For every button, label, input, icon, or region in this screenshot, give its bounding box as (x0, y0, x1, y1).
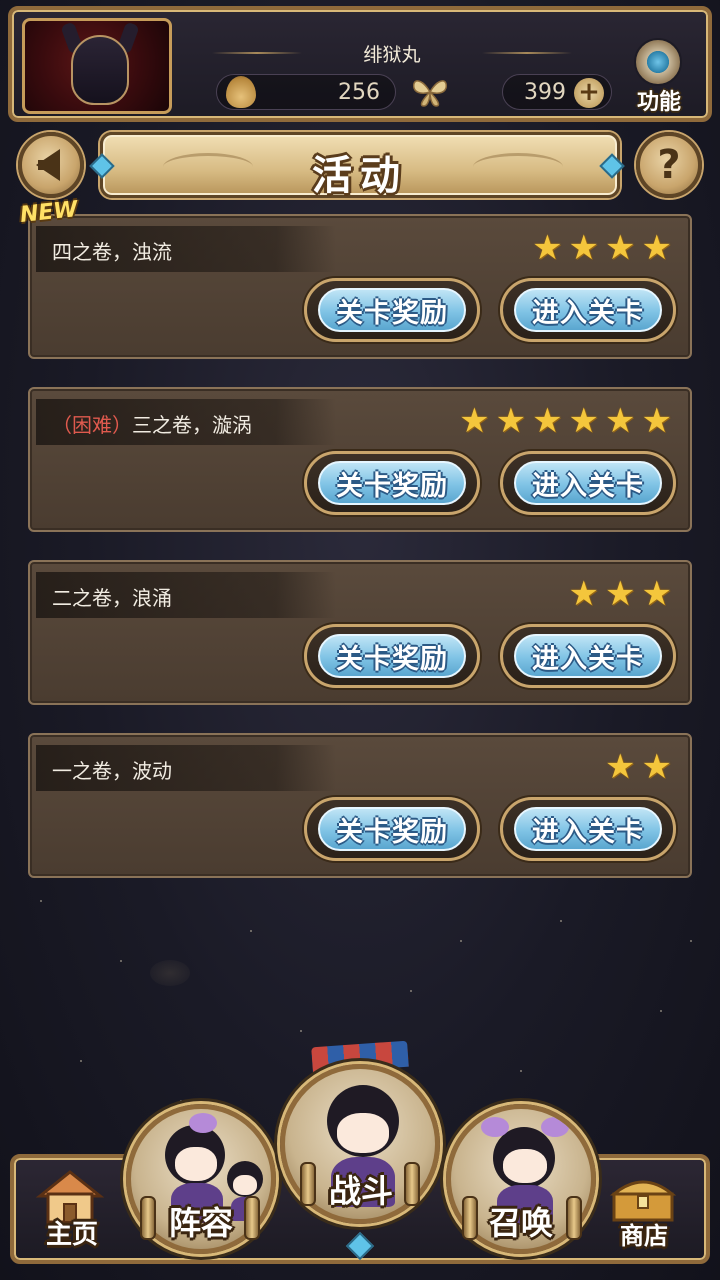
nav-shop-button[interactable]: 商店 (606, 1216, 682, 1251)
difficulty-tag: （困难） (52, 413, 132, 437)
stage-reward-label: 关卡奖励 (318, 807, 466, 851)
function-label: 功能 (636, 90, 681, 115)
star-icon: ★ (605, 574, 636, 614)
stage-title-bar: （困难）三之卷，漩涡 (36, 399, 336, 445)
back-arrow-icon (36, 149, 60, 181)
battle-scroll-right-icon (404, 1162, 420, 1206)
star-icon: ★ (532, 401, 563, 441)
star-icon: ★ (568, 401, 600, 441)
stage-reward-label: 关卡奖励 (318, 461, 466, 505)
currency-secondary-value: 399 (524, 80, 566, 105)
nav-battle-label: 战斗 (328, 1172, 393, 1210)
enter-stage-button[interactable]: 进入关卡 (500, 797, 676, 861)
enter-stage-label: 进入关卡 (514, 634, 662, 678)
soul-flame-icon (226, 76, 256, 108)
star-icon: ★ (641, 401, 672, 441)
function-menu-button[interactable]: 功能 (624, 38, 694, 122)
lineup-scroll-left-icon (140, 1196, 156, 1240)
stage-name: 一之卷，波动 (52, 759, 172, 783)
enter-stage-button[interactable]: 进入关卡 (500, 624, 676, 688)
enter-stage-label: 进入关卡 (514, 807, 662, 851)
enter-stage-button[interactable]: 进入关卡 (500, 451, 676, 515)
star-icon: ★ (568, 574, 600, 614)
stage-title: 一之卷，波动 (52, 755, 172, 784)
stage-title: （困难）三之卷，漩涡 (52, 409, 252, 438)
player-name: 绯狱丸 (363, 44, 421, 66)
stage-stars: ★ ★ ★ ★ (532, 230, 672, 266)
stage-reward-button[interactable]: 关卡奖励 (304, 451, 480, 515)
stage-name: 三之卷，漩涡 (132, 413, 252, 437)
stage-title-bar: 二之卷，浪涌 (36, 572, 336, 618)
star-icon: ★ (641, 228, 672, 268)
battle-scroll-left-icon (300, 1162, 316, 1206)
nav-lineup-label: 阵容 (168, 1204, 233, 1242)
add-currency-plus-icon[interactable]: + (574, 78, 604, 108)
stage-reward-button[interactable]: 关卡奖励 (304, 278, 480, 342)
stage-card-1: 一之卷，波动 ★ ★ 关卡奖励 进入关卡 (28, 733, 692, 878)
summon-scroll-right-icon (566, 1196, 582, 1240)
stage-name: 四之卷，浊流 (52, 240, 172, 264)
banner-ornament-right (473, 153, 563, 181)
stage-stars: ★ ★ ★ (569, 576, 672, 612)
stage-title-bar: 四之卷，浊流 (36, 226, 336, 272)
stage-reward-button[interactable]: 关卡奖励 (304, 797, 480, 861)
nav-home-button[interactable]: 主页 (34, 1214, 110, 1251)
stage-title: 二之卷，浪涌 (52, 582, 172, 611)
player-status-bar: 绯狱丸 256 399 + 功能 (8, 6, 712, 122)
stage-reward-label: 关卡奖励 (318, 288, 466, 332)
star-icon: ★ (641, 747, 672, 787)
name-divider-right (482, 52, 572, 54)
star-icon: ★ (605, 401, 636, 441)
stage-title: 四之卷，浊流 (52, 236, 172, 265)
star-icon: ★ (459, 401, 490, 441)
stage-reward-button[interactable]: 关卡奖励 (304, 624, 480, 688)
stage-name: 二之卷，浪涌 (52, 586, 172, 610)
star-icon: ★ (605, 747, 636, 787)
stage-title-bar: 一之卷，波动 (36, 745, 336, 791)
stage-card-3-hard: （困难）三之卷，漩涡 ★ ★ ★ ★ ★ ★ 关卡奖励 进入关卡 (28, 387, 692, 532)
question-mark-icon: ? (657, 142, 681, 188)
enter-stage-label: 进入关卡 (514, 288, 662, 332)
page-title-banner: 活动 (89, 132, 625, 199)
help-button[interactable]: ? (636, 132, 702, 198)
currency-primary-value: 256 (338, 80, 380, 105)
player-avatar[interactable] (22, 18, 172, 114)
back-button[interactable] (18, 132, 84, 198)
nav-summon-label: 召唤 (488, 1204, 553, 1242)
star-icon: ★ (568, 228, 600, 268)
stage-stars: ★ ★ (605, 749, 672, 785)
gear-icon (634, 38, 682, 86)
star-icon: ★ (532, 228, 563, 268)
butterfly-icon (413, 80, 447, 107)
lineup-scroll-right-icon (244, 1196, 260, 1240)
stage-card-4: 四之卷，浊流 ★ ★ ★ ★ 关卡奖励 进入关卡 (28, 214, 692, 359)
star-icon: ★ (495, 401, 527, 441)
star-icon: ★ (641, 574, 672, 614)
stage-card-2: 二之卷，浪涌 ★ ★ ★ 关卡奖励 进入关卡 (28, 560, 692, 705)
stage-reward-label: 关卡奖励 (318, 634, 466, 678)
stage-stars: ★ ★ ★ ★ ★ ★ (459, 403, 672, 439)
star-icon: ★ (605, 228, 636, 268)
enter-stage-button[interactable]: 进入关卡 (500, 278, 676, 342)
enter-stage-label: 进入关卡 (514, 461, 662, 505)
name-divider-left (212, 52, 302, 54)
